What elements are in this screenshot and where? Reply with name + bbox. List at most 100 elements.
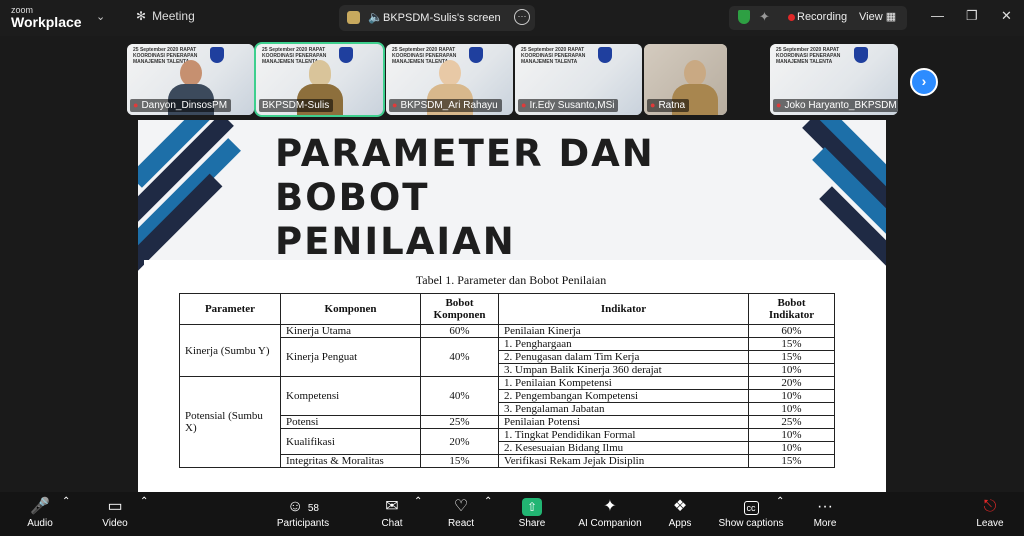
chat-button[interactable]: ✉ Chat bbox=[375, 496, 409, 530]
cell-komponen: Potensi bbox=[280, 415, 421, 429]
mic-muted-icon: ● bbox=[392, 100, 398, 110]
view-button[interactable]: View ▦ bbox=[859, 10, 896, 23]
zoom-logo[interactable]: zoom Workplace bbox=[11, 5, 82, 30]
apps-icon: ❖ bbox=[672, 498, 688, 515]
participant-name: ● Ir.Edy Susanto,MSi bbox=[518, 99, 619, 112]
cell-bobot-indikator: 15% bbox=[748, 350, 835, 364]
share-label: BKPSDM-Sulis's screen bbox=[383, 12, 501, 24]
participant-name: BKPSDM-Sulis bbox=[259, 99, 334, 112]
video-tile[interactable]: 25 September 2020 RAPAT KOORDINASI PENER… bbox=[515, 44, 642, 115]
shield-icon[interactable] bbox=[738, 10, 750, 24]
leave-label: Leave bbox=[976, 518, 1004, 529]
cell-indikator: Verifikasi Rekam Jejak Disiplin bbox=[498, 454, 749, 468]
apps-button[interactable]: ❖ Apps bbox=[664, 496, 696, 530]
participant-name: ● Danyon_DinsosPM bbox=[130, 99, 232, 112]
audio-options-chevron-icon[interactable]: ⌃ bbox=[62, 496, 70, 507]
video-tile[interactable]: 25 September 2020 RAPAT KOORDINASI PENER… bbox=[127, 44, 254, 115]
cell-bobot-indikator: 60% bbox=[748, 324, 835, 338]
cell-bobot-indikator: 15% bbox=[748, 337, 835, 351]
react-button[interactable]: ♡ React bbox=[444, 496, 478, 530]
react-options-chevron-icon[interactable]: ⌃ bbox=[484, 496, 492, 507]
table-row: Potensial (Sumbu X) Kompetensi 40% 1. Pe… bbox=[179, 376, 835, 468]
meeting-label: Meeting bbox=[152, 9, 195, 23]
participant-name: ● BKPSDM_Ari Rahayu bbox=[389, 99, 502, 112]
cell-indikator: Penilaian Potensi bbox=[498, 415, 749, 429]
video-tile[interactable]: 25 September 2020 RAPAT KOORDINASI PENER… bbox=[386, 44, 513, 115]
mic-muted-icon: ● bbox=[133, 100, 139, 110]
cell-bobot: 40% bbox=[420, 337, 499, 377]
participants-label: Participants bbox=[276, 518, 330, 529]
mic-muted-icon: ● bbox=[776, 100, 782, 110]
table-caption: Tabel 1. Parameter dan Bobot Penilaian bbox=[415, 273, 607, 287]
next-page-chevron-icon[interactable]: › bbox=[910, 68, 938, 96]
banner-text: 25 September 2020 RAPAT KOORDINASI PENER… bbox=[521, 47, 586, 65]
speaker-icon[interactable]: 🔈 bbox=[368, 10, 383, 24]
cell-bobot-indikator: 10% bbox=[748, 441, 835, 455]
recording-dot-icon bbox=[788, 14, 795, 21]
video-tile[interactable]: ● Ratna bbox=[644, 44, 727, 115]
cell-bobot: 60% bbox=[420, 324, 499, 338]
share-label: Share bbox=[518, 518, 546, 529]
cell-indikator: 1. Tingkat Pendidikan Formal bbox=[498, 428, 749, 442]
mic-muted-icon: 🎤 bbox=[30, 498, 50, 515]
header-komponen: Komponen bbox=[280, 293, 421, 325]
paw-icon: ✻ bbox=[136, 9, 147, 23]
share-arrow-icon: ⇧ bbox=[515, 496, 549, 518]
react-label: React bbox=[447, 518, 475, 529]
ai-sparkle-icon[interactable]: ✦ bbox=[759, 9, 770, 25]
chevron-down-icon[interactable]: ⌄ bbox=[96, 10, 105, 23]
cell-bobot-indikator: 20% bbox=[748, 376, 835, 390]
cell-indikator: 3. Umpan Balik Kinerja 360 derajat bbox=[498, 363, 749, 377]
apps-label: Apps bbox=[668, 518, 692, 529]
mic-muted-icon: ● bbox=[650, 100, 656, 110]
close-icon[interactable]: ✕ bbox=[1001, 8, 1012, 24]
ai-companion-button[interactable]: ✦ AI Companion bbox=[576, 496, 644, 530]
recording-label[interactable]: Recording bbox=[797, 11, 847, 23]
more-options-icon[interactable]: ··· bbox=[514, 9, 530, 25]
captions-options-chevron-icon[interactable]: ⌃ bbox=[776, 496, 784, 507]
heart-icon: ♡ bbox=[453, 498, 469, 515]
cell-indikator: 2. Penugasan dalam Tim Kerja bbox=[498, 350, 749, 364]
cell-bobot-indikator: 10% bbox=[748, 428, 835, 442]
header-parameter: Parameter bbox=[179, 293, 281, 325]
leave-button[interactable]: ⎋ Leave bbox=[972, 496, 1008, 530]
audio-button[interactable]: 🎤 Audio bbox=[22, 496, 58, 530]
cell-bobot: 20% bbox=[420, 428, 499, 455]
presentation-slide: PARAMETER DAN BOBOT PENILAIAN Tabel 1. P… bbox=[138, 120, 886, 492]
cell-indikator: 2. Pengembangan Kompetensi bbox=[498, 389, 749, 403]
slide-title: PARAMETER DAN BOBOT PENILAIAN bbox=[275, 132, 755, 264]
participants-button[interactable]: ☺ 58 Participants bbox=[272, 496, 334, 530]
cell-parameter: Kinerja (Sumbu Y) bbox=[179, 324, 281, 377]
meeting-menu[interactable]: ✻ Meeting bbox=[136, 9, 195, 23]
leave-door-icon: ⎋ bbox=[983, 498, 997, 515]
cell-komponen: Kompetensi bbox=[280, 376, 421, 416]
video-options-chevron-icon[interactable]: ⌃ bbox=[140, 496, 148, 507]
more-button[interactable]: ··· More bbox=[808, 496, 842, 530]
cell-bobot: 25% bbox=[420, 415, 499, 429]
slide-title-line-2: PENILAIAN bbox=[275, 220, 516, 263]
more-label: More bbox=[813, 518, 837, 529]
cell-bobot-indikator: 10% bbox=[748, 402, 835, 416]
emblem-icon bbox=[854, 47, 868, 63]
recording-panel: ✦ Recording View ▦ bbox=[729, 6, 907, 30]
video-tile-active-speaker[interactable]: 25 September 2020 RAPAT KOORDINASI PENER… bbox=[254, 42, 385, 117]
table-row: Kinerja (Sumbu Y) Kinerja Utama 60% Peni… bbox=[179, 324, 835, 377]
table-header-row: Parameter Komponen Bobot Komponen Indika… bbox=[179, 293, 835, 325]
chat-options-chevron-icon[interactable]: ⌃ bbox=[414, 496, 422, 507]
banner-text: 25 September 2020 RAPAT KOORDINASI PENER… bbox=[776, 47, 841, 65]
cell-indikator: Penilaian Kinerja bbox=[498, 324, 749, 338]
minimize-icon[interactable]: — bbox=[931, 8, 944, 23]
restore-icon[interactable]: ❐ bbox=[966, 8, 978, 24]
people-icon: ☺ bbox=[287, 498, 304, 515]
ai-sparkle-icon: ✦ bbox=[603, 498, 617, 515]
cell-indikator: 3. Pengalaman Jabatan bbox=[498, 402, 749, 416]
share-button[interactable]: ⇧ Share bbox=[515, 496, 549, 530]
screen-share-indicator[interactable]: 🔈 BKPSDM-Sulis's screen ··· bbox=[339, 5, 535, 31]
video-tile[interactable]: 25 September 2020 RAPAT KOORDINASI PENER… bbox=[770, 44, 898, 115]
header-indikator: Indikator bbox=[498, 293, 749, 325]
header-bobot-indikator: Bobot Indikator bbox=[748, 293, 835, 325]
video-label: Video bbox=[102, 518, 128, 529]
participant-name: ● Joko Haryanto_BKPSDM bbox=[773, 99, 898, 112]
cell-komponen: Integritas & Moralitas bbox=[280, 454, 421, 468]
video-button[interactable]: ▭ Video bbox=[97, 496, 133, 530]
